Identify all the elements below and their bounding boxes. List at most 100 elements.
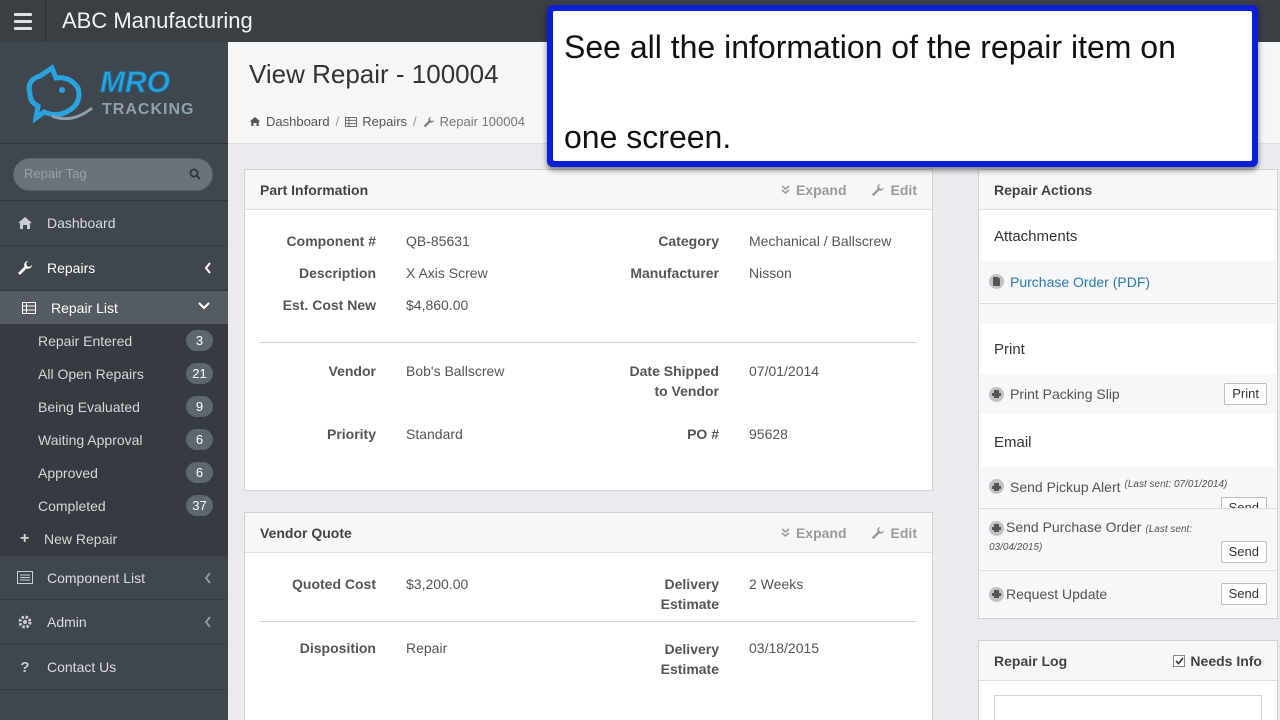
print-heading: Print bbox=[994, 341, 1025, 358]
sidebar-item-being-evaluated[interactable]: Being Evaluated 9 bbox=[0, 390, 228, 423]
sub-item-label: New Repair bbox=[44, 530, 118, 547]
repair-list-submenu: Repair Entered 3 All Open Repairs 21 Being… bbox=[0, 324, 228, 555]
sub-item-label: Approved bbox=[38, 464, 98, 481]
breadcrumb-label: Dashboard bbox=[266, 114, 330, 129]
po-value: 95628 bbox=[749, 426, 788, 442]
sub-item-label: Repair Entered bbox=[38, 332, 133, 349]
sidebar-item-repair-entered[interactable]: Repair Entered 3 bbox=[0, 324, 228, 357]
description-value: X Axis Screw bbox=[406, 265, 488, 281]
send-purchase-order-button[interactable]: Send bbox=[1220, 541, 1267, 563]
menu-icon[interactable] bbox=[0, 0, 46, 42]
breadcrumb-separator: / bbox=[413, 114, 417, 129]
breadcrumb-separator: / bbox=[335, 114, 340, 129]
callout-line: one screen. bbox=[564, 119, 732, 155]
date-shipped-label: Date Shipped to Vendor bbox=[579, 361, 719, 401]
sidebar-item-label: Contact Us bbox=[47, 659, 117, 675]
double-chevron-down-icon bbox=[781, 185, 790, 195]
sub-item-label: Waiting Approval bbox=[38, 431, 143, 448]
chevron-left-icon bbox=[204, 262, 211, 274]
expand-label: Expand bbox=[795, 182, 847, 198]
panel-title: Part Information bbox=[260, 182, 369, 198]
sidebar-item-component-list[interactable]: Component List bbox=[0, 555, 228, 600]
search-icon[interactable] bbox=[189, 168, 201, 180]
repair-log-input[interactable] bbox=[994, 695, 1262, 720]
expand-button[interactable]: Expand bbox=[781, 525, 847, 541]
edit-button[interactable]: Edit bbox=[871, 525, 917, 541]
quoted-cost-label: Quoted Cost bbox=[292, 576, 376, 592]
count-badge: 37 bbox=[186, 495, 213, 516]
sidebar-item-approved[interactable]: Approved 6 bbox=[0, 456, 228, 489]
repair-log-panel: Repair Log Needs Info bbox=[978, 640, 1278, 720]
sub-item-label: Being Evaluated bbox=[38, 398, 140, 415]
sidebar-item-dashboard[interactable]: Dashboard bbox=[0, 201, 228, 246]
panel-tools: Expand Edit bbox=[781, 182, 917, 198]
expand-label: Expand bbox=[795, 525, 847, 541]
sidebar-item-contact-us[interactable]: ? Contact Us bbox=[0, 645, 228, 690]
sidebar-item-label: Component List bbox=[47, 569, 146, 586]
label-line: Estimate bbox=[660, 596, 719, 612]
sidebar-item-label: Admin bbox=[47, 614, 87, 630]
edit-button[interactable]: Edit bbox=[871, 182, 917, 198]
svg-text:TRACKING: TRACKING bbox=[102, 101, 194, 118]
breadcrumb-repairs[interactable]: Repairs bbox=[345, 114, 407, 129]
search-input[interactable] bbox=[24, 166, 184, 181]
count-badge: 3 bbox=[186, 330, 213, 351]
sidebar-item-repairs[interactable]: Repairs bbox=[0, 246, 228, 291]
purchase-order-link[interactable]: Purchase Order (PDF) bbox=[1010, 274, 1150, 290]
request-update-button[interactable]: Send bbox=[1220, 583, 1267, 605]
sidebar-item-admin[interactable]: Admin bbox=[0, 600, 228, 645]
breadcrumb-label: Repairs bbox=[362, 114, 408, 129]
last-sent-text: (Last sent: 07/01/2014) bbox=[1124, 479, 1228, 490]
sidebar-item-all-open-repairs[interactable]: All Open Repairs 21 bbox=[0, 357, 228, 390]
email-heading: Email bbox=[994, 434, 1032, 451]
sidebar-item-new-repair[interactable]: + New Repair bbox=[0, 522, 228, 555]
sidebar-item-completed[interactable]: Completed 37 bbox=[0, 489, 228, 522]
printer-icon bbox=[989, 520, 1004, 536]
est-cost-value: $4,860.00 bbox=[406, 297, 469, 313]
expand-button[interactable]: Expand bbox=[781, 182, 847, 198]
print-button[interactable]: Print bbox=[1224, 383, 1267, 405]
callout-line: See all the information of the repair it… bbox=[564, 29, 1176, 65]
printer-icon bbox=[989, 586, 1004, 602]
category-value: Mechanical / Ballscrew bbox=[749, 233, 892, 249]
est-cost-label: Est. Cost New bbox=[282, 297, 376, 313]
sidebar: MRO TRACKING Dashboard Repairs Repair Li… bbox=[0, 42, 228, 720]
send-pickup-alert-row: Send Pickup Alert (Last sent: 07/01/2014… bbox=[979, 467, 1277, 519]
document-icon bbox=[989, 274, 1004, 289]
breadcrumb-dashboard[interactable]: Dashboard bbox=[249, 114, 330, 129]
vendor-value: Bob's Ballscrew bbox=[406, 363, 505, 379]
purchase-order-row: Purchase Order (PDF) bbox=[979, 261, 1277, 302]
wrench-icon bbox=[871, 526, 884, 540]
panel-header: Vendor Quote Expand Edit bbox=[245, 513, 932, 553]
panel-header: Repair Log Needs Info bbox=[979, 641, 1277, 681]
gear-icon bbox=[16, 614, 34, 630]
table-icon bbox=[345, 116, 358, 127]
send-purchase-order-row: Send Purchase Order (Last sent: 03/04/201… bbox=[979, 509, 1277, 569]
double-chevron-down-icon bbox=[781, 528, 790, 538]
label-line: Estimate bbox=[660, 661, 719, 677]
repair-tag-search[interactable] bbox=[13, 158, 213, 191]
spacer bbox=[979, 304, 1277, 324]
tutorial-callout: See all the information of the repair it… bbox=[547, 5, 1258, 167]
delivery-estimate-2-value: 03/18/2015 bbox=[749, 640, 820, 656]
breadcrumb-label: Repair 100004 bbox=[439, 114, 525, 129]
label-line: Date Shipped bbox=[629, 363, 719, 379]
label-line: Delivery bbox=[664, 576, 719, 592]
manufacturer-label: Manufacturer bbox=[630, 265, 719, 281]
request-update-label: Request Update bbox=[1006, 586, 1108, 602]
needs-info-toggle[interactable]: Needs Info bbox=[1173, 653, 1262, 669]
chevron-left-icon bbox=[204, 616, 211, 628]
sidebar-item-waiting-approval[interactable]: Waiting Approval 6 bbox=[0, 423, 228, 456]
count-badge: 21 bbox=[186, 363, 213, 384]
app-title: ABC Manufacturing bbox=[62, 8, 253, 33]
sidebar-item-repair-list[interactable]: Repair List bbox=[0, 291, 228, 324]
needs-info-label: Needs Info bbox=[1190, 653, 1262, 669]
attachments-heading: Attachments bbox=[994, 228, 1078, 245]
manufacturer-value: Nisson bbox=[749, 265, 792, 281]
category-label: Category bbox=[658, 233, 719, 249]
chevron-down-icon bbox=[198, 302, 210, 310]
logo-area: MRO TRACKING bbox=[0, 42, 228, 144]
sidebar-item-label: Repairs bbox=[47, 260, 96, 276]
checkbox-checked-icon[interactable] bbox=[1173, 655, 1186, 667]
date-shipped-value: 07/01/2014 bbox=[749, 363, 820, 379]
